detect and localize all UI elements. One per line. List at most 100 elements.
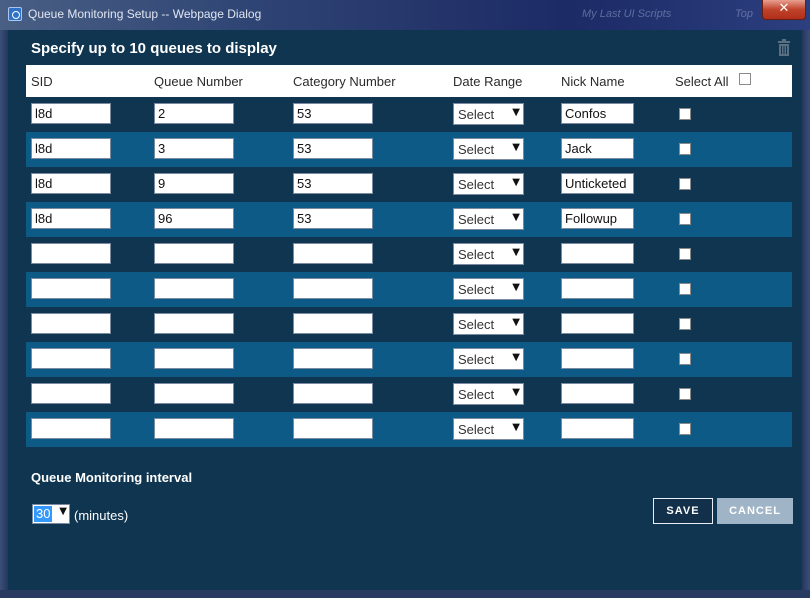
header-sid: SID xyxy=(31,74,53,89)
sid-input[interactable] xyxy=(31,243,111,264)
date-range-select[interactable]: Select ▼ xyxy=(453,278,524,300)
row-select-checkbox[interactable] xyxy=(679,388,691,400)
row-select-checkbox[interactable] xyxy=(679,248,691,260)
queue-number-input[interactable] xyxy=(154,383,234,404)
date-range-value: Select xyxy=(458,387,495,402)
interval-label: Queue Monitoring interval xyxy=(31,470,193,485)
queue-number-input[interactable] xyxy=(154,418,234,439)
category-number-input[interactable] xyxy=(293,313,373,334)
category-number-input[interactable] xyxy=(293,348,373,369)
row-select-checkbox[interactable] xyxy=(679,353,691,365)
table-row: Select ▼ xyxy=(26,342,792,377)
category-number-input[interactable] xyxy=(293,383,373,404)
sid-input[interactable]: l8d xyxy=(31,103,111,124)
chevron-down-icon: ▼ xyxy=(512,317,520,328)
date-range-select[interactable]: Select ▼ xyxy=(453,208,524,230)
category-number-input[interactable] xyxy=(293,243,373,264)
date-range-select[interactable]: Select ▼ xyxy=(453,173,524,195)
nick-name-input[interactable]: Followup xyxy=(561,208,634,229)
dialog-heading: Specify up to 10 queues to display xyxy=(31,40,277,57)
date-range-select[interactable]: Select ▼ xyxy=(453,418,524,440)
nick-name-input[interactable] xyxy=(561,383,634,404)
sid-input[interactable] xyxy=(31,348,111,369)
date-range-select[interactable]: Select ▼ xyxy=(453,383,524,405)
sid-input[interactable] xyxy=(31,418,111,439)
table-row: Select ▼ xyxy=(26,412,792,447)
date-range-value: Select xyxy=(458,317,495,332)
chevron-down-icon: ▼ xyxy=(512,387,520,398)
window-frame-left xyxy=(0,30,8,598)
chevron-down-icon: ▼ xyxy=(512,107,520,118)
row-select-checkbox[interactable] xyxy=(679,283,691,295)
background-window-text: Top xyxy=(735,8,753,20)
category-number-input[interactable] xyxy=(293,418,373,439)
table-row: l8d 2 53 Select ▼ Confos xyxy=(26,97,792,132)
category-number-input[interactable] xyxy=(293,278,373,299)
sid-input[interactable] xyxy=(31,383,111,404)
row-select-checkbox[interactable] xyxy=(679,178,691,190)
category-number-input[interactable]: 53 xyxy=(293,138,373,159)
sid-input[interactable]: l8d xyxy=(31,208,111,229)
date-range-value: Select xyxy=(458,177,495,192)
date-range-value: Select xyxy=(458,247,495,262)
nick-name-input[interactable] xyxy=(561,418,634,439)
queue-number-input[interactable] xyxy=(154,278,234,299)
queue-number-input[interactable]: 3 xyxy=(154,138,234,159)
category-number-input[interactable]: 53 xyxy=(293,208,373,229)
row-select-checkbox[interactable] xyxy=(679,143,691,155)
cancel-button[interactable]: CANCEL xyxy=(717,498,793,524)
date-range-select[interactable]: Select ▼ xyxy=(453,313,524,335)
nick-name-input[interactable] xyxy=(561,278,634,299)
category-number-input[interactable]: 53 xyxy=(293,173,373,194)
queue-number-input[interactable]: 2 xyxy=(154,103,234,124)
queue-number-input[interactable] xyxy=(154,313,234,334)
category-number-input[interactable]: 53 xyxy=(293,103,373,124)
date-range-value: Select xyxy=(458,107,495,122)
nick-name-input[interactable] xyxy=(561,313,634,334)
interval-select[interactable]: 30 ▼ xyxy=(32,504,70,524)
select-all-checkbox[interactable] xyxy=(739,73,751,85)
queue-number-input[interactable]: 96 xyxy=(154,208,234,229)
queue-number-input[interactable]: 9 xyxy=(154,173,234,194)
row-select-checkbox[interactable] xyxy=(679,318,691,330)
table-row: Select ▼ xyxy=(26,307,792,342)
queue-number-input[interactable] xyxy=(154,243,234,264)
save-button[interactable]: SAVE xyxy=(653,498,713,524)
close-window-button[interactable]: ✕ xyxy=(762,0,806,20)
sid-input[interactable] xyxy=(31,313,111,334)
date-range-select[interactable]: Select ▼ xyxy=(453,103,524,125)
date-range-value: Select xyxy=(458,422,495,437)
sid-input[interactable] xyxy=(31,278,111,299)
table-body: l8d 2 53 Select ▼ Confos l8d 3 53 Select ▼ Jack l8d 9… xyxy=(26,97,792,447)
header-queue-number: Queue Number xyxy=(154,74,243,89)
row-select-checkbox[interactable] xyxy=(679,108,691,120)
interval-unit: (minutes) xyxy=(74,508,129,523)
date-range-value: Select xyxy=(458,212,495,227)
row-select-checkbox[interactable] xyxy=(679,213,691,225)
nick-name-input[interactable]: Unticketed xyxy=(561,173,634,194)
date-range-select[interactable]: Select ▼ xyxy=(453,138,524,160)
window-title: Queue Monitoring Setup -- Webpage Dialog xyxy=(28,7,262,21)
date-range-select[interactable]: Select ▼ xyxy=(453,243,524,265)
date-range-value: Select xyxy=(458,282,495,297)
nick-name-input[interactable]: Confos xyxy=(561,103,634,124)
trash-icon[interactable] xyxy=(777,39,791,56)
window-frame-bottom xyxy=(0,590,810,598)
date-range-value: Select xyxy=(458,142,495,157)
date-range-select[interactable]: Select ▼ xyxy=(453,348,524,370)
sid-input[interactable]: l8d xyxy=(31,173,111,194)
nick-name-input[interactable]: Jack xyxy=(561,138,634,159)
nick-name-input[interactable] xyxy=(561,243,634,264)
dialog-content: Specify up to 10 queues to display SID Q… xyxy=(8,30,802,590)
ie-window-icon xyxy=(8,7,22,21)
chevron-down-icon: ▼ xyxy=(59,506,67,517)
date-range-value: Select xyxy=(458,352,495,367)
header-nick-name: Nick Name xyxy=(561,74,625,89)
sid-input[interactable]: l8d xyxy=(31,138,111,159)
row-select-checkbox[interactable] xyxy=(679,423,691,435)
nick-name-input[interactable] xyxy=(561,348,634,369)
window-titlebar[interactable]: Queue Monitoring Setup -- Webpage Dialog… xyxy=(0,0,810,30)
background-window-text: My Last UI Scripts xyxy=(582,8,672,20)
chevron-down-icon: ▼ xyxy=(512,177,520,188)
queue-number-input[interactable] xyxy=(154,348,234,369)
